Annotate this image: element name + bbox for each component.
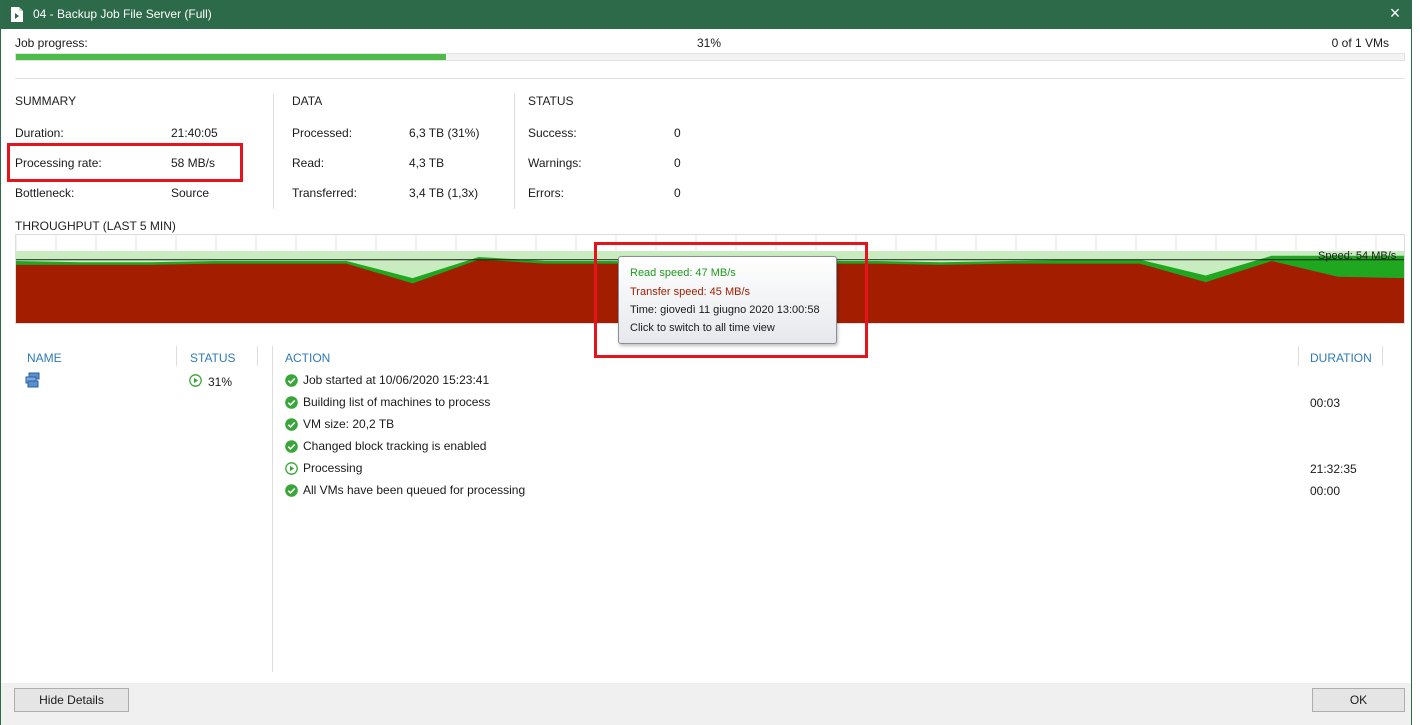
summary-heading: SUMMARY bbox=[15, 94, 77, 108]
divider bbox=[1298, 346, 1299, 366]
vm-server-icon bbox=[25, 372, 40, 388]
window-title: 04 - Backup Job File Server (Full) bbox=[33, 7, 212, 21]
job-progress-label: Job progress: bbox=[15, 36, 88, 50]
name-column-header[interactable]: NAME bbox=[27, 351, 62, 365]
dialog-footer bbox=[1, 683, 1411, 725]
success-value: 0 bbox=[674, 126, 681, 140]
play-circle-icon bbox=[189, 374, 202, 387]
current-speed-label: Speed: 54 MB/s bbox=[1318, 250, 1397, 262]
errors-label: Errors: bbox=[528, 186, 564, 200]
read-label: Read: bbox=[292, 156, 325, 170]
throughput-heading: THROUGHPUT (LAST 5 MIN) bbox=[15, 219, 176, 233]
success-label: Success: bbox=[528, 126, 577, 140]
divider bbox=[15, 78, 1405, 79]
check-circle-icon bbox=[285, 418, 298, 431]
hide-details-button[interactable]: Hide Details bbox=[14, 688, 129, 712]
action-duration: 00:00 bbox=[1310, 484, 1341, 498]
job-progress-percent: 31% bbox=[697, 36, 722, 50]
action-text: VM size: 20,2 TB bbox=[303, 417, 395, 431]
duration-value: 21:40:05 bbox=[171, 126, 218, 140]
transferred-value: 3,4 TB (1,3x) bbox=[409, 186, 479, 200]
action-text: Processing bbox=[303, 461, 363, 475]
ok-button[interactable]: OK bbox=[1312, 688, 1405, 712]
duration-label: Duration: bbox=[15, 126, 64, 140]
vm-status-text: 31% bbox=[208, 375, 233, 389]
action-column-header[interactable]: ACTION bbox=[285, 351, 330, 365]
status-heading: STATUS bbox=[528, 94, 574, 108]
play-circle-icon bbox=[285, 462, 298, 475]
divider bbox=[176, 346, 177, 366]
action-text: Job started at 10/06/2020 15:23:41 bbox=[303, 373, 490, 387]
check-circle-icon bbox=[285, 484, 298, 497]
bottleneck-label: Bottleneck: bbox=[15, 186, 75, 200]
warnings-label: Warnings: bbox=[528, 156, 582, 170]
divider bbox=[514, 94, 515, 209]
title-bar[interactable]: 04 - Backup Job File Server (Full) × bbox=[1, 0, 1411, 29]
check-circle-icon bbox=[285, 396, 298, 409]
job-document-icon bbox=[11, 7, 23, 22]
status-column-header[interactable]: STATUS bbox=[190, 351, 236, 365]
divider bbox=[257, 346, 258, 366]
check-circle-icon bbox=[285, 440, 298, 453]
action-duration: 21:32:35 bbox=[1310, 462, 1357, 476]
action-text: Changed block tracking is enabled bbox=[303, 439, 487, 453]
read-value: 4,3 TB bbox=[409, 156, 445, 170]
data-heading: DATA bbox=[292, 94, 323, 108]
vm-row[interactable]: 31% bbox=[15, 368, 259, 390]
processed-label: Processed: bbox=[292, 126, 353, 140]
backup-job-window: 04 - Backup Job File Server (Full) × Job… bbox=[0, 0, 1412, 725]
processed-value: 6,3 TB (31%) bbox=[409, 126, 480, 140]
job-progress-fill bbox=[16, 54, 447, 60]
divider bbox=[272, 346, 273, 672]
highlight-tooltip bbox=[594, 242, 868, 358]
divider bbox=[273, 94, 274, 209]
job-progress-bar bbox=[15, 53, 1405, 61]
divider bbox=[1382, 346, 1383, 366]
action-text: All VMs have been queued for processing bbox=[303, 483, 526, 497]
bottleneck-value: Source bbox=[171, 186, 210, 200]
duration-column-header[interactable]: DURATION bbox=[1310, 351, 1372, 365]
warnings-value: 0 bbox=[674, 156, 681, 170]
close-icon[interactable]: × bbox=[1387, 4, 1403, 22]
action-text: Building list of machines to process bbox=[303, 395, 491, 409]
action-duration: 00:03 bbox=[1310, 396, 1341, 410]
transferred-label: Transferred: bbox=[292, 186, 357, 200]
job-progress-vms: 0 of 1 VMs bbox=[1331, 36, 1389, 50]
errors-value: 0 bbox=[674, 186, 681, 200]
highlight-processing-rate bbox=[7, 143, 243, 182]
check-circle-icon bbox=[285, 374, 298, 387]
